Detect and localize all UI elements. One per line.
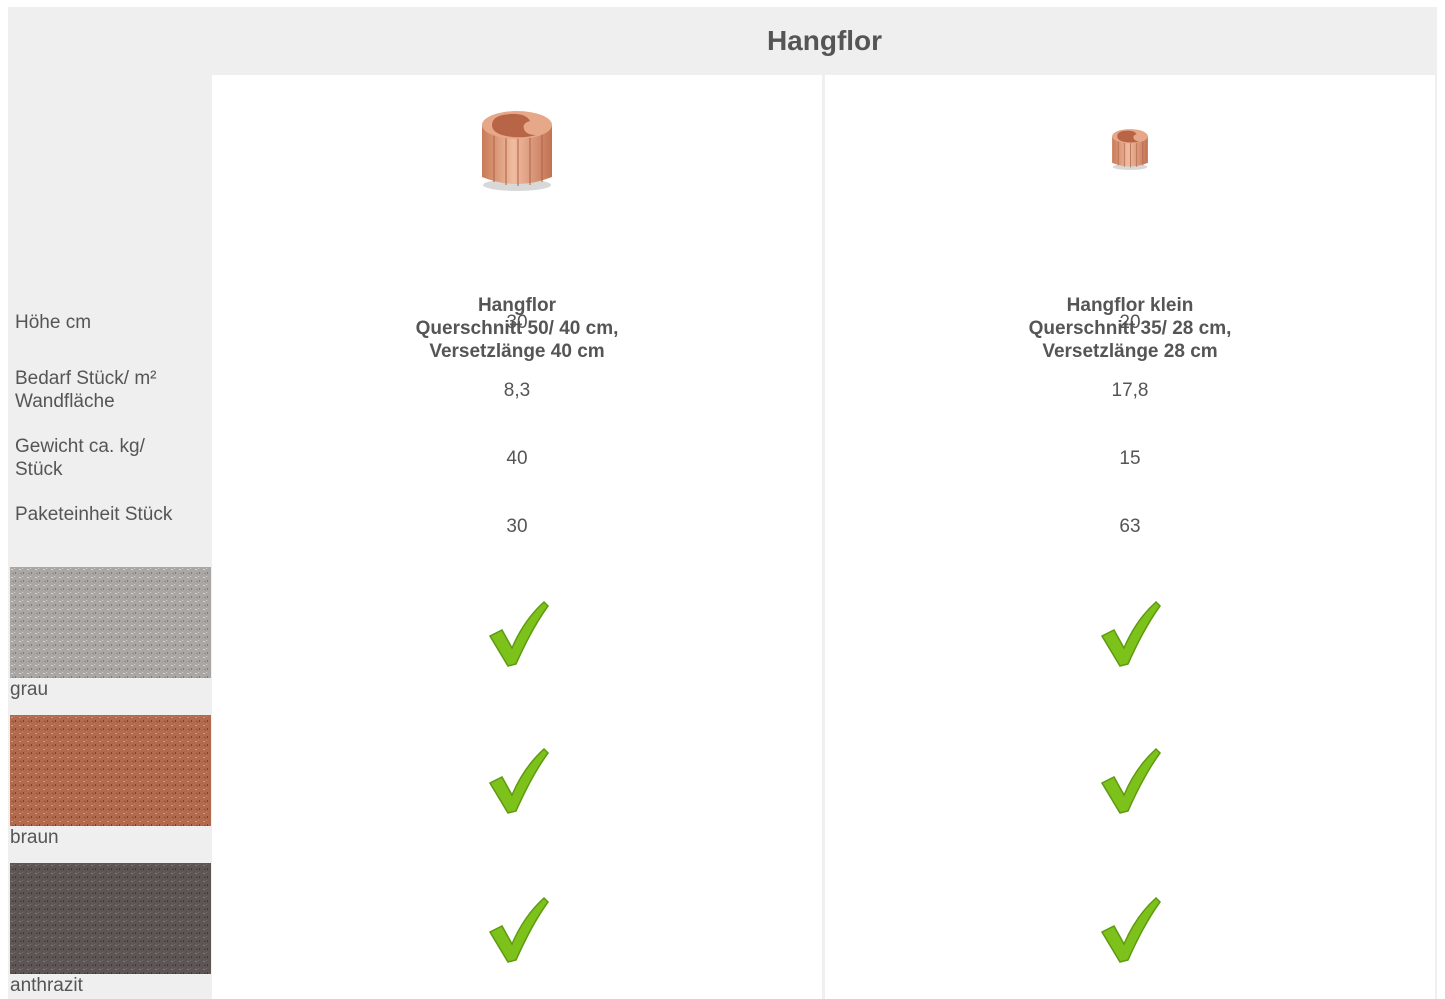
- value-paketeinheit: 30: [506, 516, 528, 537]
- value-bedarf: 8,3: [503, 380, 531, 401]
- product-column-hangflor-klein: Hangflor klein Querschnitt 35/ 28 cm, Ve…: [825, 75, 1435, 999]
- swatch-grau: [10, 567, 211, 678]
- value-gewicht: 40: [506, 448, 528, 469]
- value-gewicht: 15: [1119, 448, 1141, 469]
- checkmark-icon: [488, 747, 549, 814]
- checkmark-icon: [1100, 600, 1161, 667]
- row-label-hoehe: Höhe cm: [15, 312, 92, 333]
- swatch-label-anthrazit: anthrazit: [10, 975, 83, 996]
- swatch-label-braun: braun: [10, 827, 59, 848]
- checkmark-icon: [488, 600, 549, 667]
- row-label-gewicht: Gewicht ca. kg/ Stück: [15, 436, 145, 480]
- swatch-anthrazit: [10, 863, 211, 974]
- value-hoehe: 30: [506, 312, 528, 333]
- checkmark-icon: [1100, 896, 1161, 963]
- swatch-label-grau: grau: [10, 679, 49, 700]
- row-label-bedarf: Bedarf Stück/ m² Wandfläche: [15, 368, 157, 412]
- row-label-paketeinheit: Paketeinheit Stück: [15, 504, 173, 525]
- value-hoehe: 20: [1119, 312, 1141, 333]
- checkmark-icon: [1100, 747, 1161, 814]
- product-column-hangflor: Hangflor Querschnitt 50/ 40 cm, Versetzl…: [212, 75, 822, 999]
- swatch-braun: [10, 715, 211, 826]
- small-planter-stone-icon: [1112, 129, 1148, 170]
- checkmark-icon: [488, 896, 549, 963]
- value-paketeinheit: 63: [1119, 516, 1141, 537]
- page-title: Hangflor: [766, 25, 883, 56]
- value-bedarf: 17,8: [1111, 380, 1149, 401]
- large-planter-stone-icon: [482, 111, 552, 191]
